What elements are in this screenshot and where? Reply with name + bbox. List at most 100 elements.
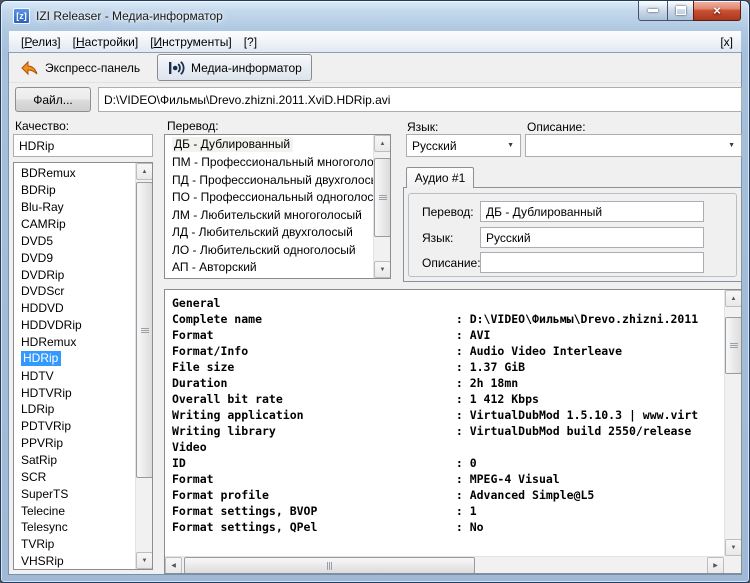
audio-translation-input[interactable] [480, 201, 704, 222]
mediainfo-line: Format settings, QPel : No [172, 520, 484, 534]
tab-audio-1[interactable]: Аудио #1 [406, 167, 474, 188]
description-combo[interactable]: ▼ [525, 134, 742, 157]
quality-list-item[interactable]: DVD9 [14, 249, 152, 266]
tab-media-informer[interactable]: Медиа-информатор [157, 54, 312, 81]
maximize-icon [675, 6, 686, 15]
close-button[interactable]: × [693, 1, 741, 21]
maximize-button[interactable] [667, 1, 694, 21]
scroll-right-icon[interactable]: ▶ [707, 557, 724, 573]
mediainfo-vscroll-thumb[interactable] [725, 317, 741, 374]
scroll-left-icon[interactable]: ◀ [165, 557, 182, 573]
close-icon: × [713, 3, 721, 18]
quality-list-item[interactable]: Blu-Ray [14, 199, 152, 216]
mediainfo-line: Format profile : Advanced Simple@L5 [172, 488, 595, 502]
scrollbar-corner [724, 556, 741, 573]
audio-panel: Перевод: Язык: Описание: [403, 187, 742, 282]
language-combo[interactable]: Русский ▼ [406, 134, 521, 157]
language-combo-value: Русский [412, 138, 457, 153]
translation-list-item-selected[interactable]: ДБ - Дублированный [165, 136, 390, 154]
thumb-grip [729, 343, 738, 348]
quality-list-item[interactable]: DVDRip [14, 266, 152, 283]
mediainfo-line: Format/Info : Audio Video Interleave [172, 344, 623, 358]
mediainfo-line: Overall bit rate : 1 412 Kbps [172, 392, 539, 406]
tab-express-panel[interactable]: Экспресс-панель [15, 55, 146, 80]
mediainfo-hscrollbar[interactable]: ◀ ▶ [165, 556, 724, 573]
quality-list-item[interactable]: DVD5 [14, 232, 152, 249]
mediainfo-output[interactable]: General Complete name : D:\VIDEO\Фильмы\… [164, 289, 742, 574]
quality-list-item[interactable]: HDTV [14, 367, 152, 384]
audio-language-input[interactable] [480, 227, 704, 248]
scroll-up-icon[interactable]: ▲ [725, 290, 741, 307]
menu-item-help[interactable]: [?] [238, 33, 263, 51]
mediainfo-hscroll-thumb[interactable] [184, 557, 475, 573]
audio-description-input[interactable] [480, 252, 704, 273]
app-window: [z] IZI Releaser - Медиа-информатор × [Р… [0, 0, 750, 583]
quality-list-item[interactable]: BDRemux [14, 165, 152, 182]
file-button[interactable]: Файл... [15, 87, 91, 112]
translation-list-item[interactable]: ПД - Профессиональный двухголосый [165, 171, 390, 189]
chevron-down-icon: ▼ [507, 142, 514, 149]
scroll-up-icon[interactable]: ▲ [374, 135, 390, 152]
quality-list-item[interactable]: VHSRip [14, 553, 152, 569]
translation-list-item[interactable]: АП - Авторский [165, 259, 390, 277]
audio-description-label: Описание: [422, 255, 481, 270]
audio-language-label: Язык: [422, 230, 454, 245]
mediainfo-vscrollbar[interactable]: ▲ ▼ [724, 290, 741, 556]
quality-list-item[interactable]: Telecine [14, 502, 152, 519]
scroll-down-icon[interactable]: ▼ [136, 552, 152, 569]
minimize-button[interactable] [638, 1, 668, 21]
quality-filter-input[interactable] [13, 134, 153, 157]
mediainfo-line: ID : 0 [172, 456, 477, 470]
quality-list-item[interactable]: PPVRip [14, 435, 152, 452]
quality-list-item[interactable]: DVDScr [14, 283, 152, 300]
menu-close-x[interactable]: [x] [720, 35, 741, 49]
scroll-down-icon[interactable]: ▼ [374, 261, 390, 278]
translation-scrollbar[interactable]: ▲ ▼ [373, 135, 390, 278]
menu-item-settings[interactable]: [Настройки] [67, 33, 145, 51]
quality-list-item[interactable]: SuperTS [14, 485, 152, 502]
thumb-grip [378, 195, 387, 200]
mediainfo-line: General [172, 296, 221, 310]
quality-list-item[interactable]: Telesync [14, 519, 152, 536]
scroll-up-icon[interactable]: ▲ [136, 163, 152, 180]
translation-list-item[interactable]: ЛД - Любительский двухголосый [165, 224, 390, 242]
toolbar-separator [9, 82, 741, 83]
translation-list-item[interactable]: ПО - Профессиональный одноголосый [165, 189, 390, 207]
caption-buttons: × [638, 1, 741, 21]
quality-list-item[interactable]: SatRip [14, 452, 152, 469]
chevron-down-icon: ▼ [728, 142, 735, 149]
menu-item-tools[interactable]: [Инструменты] [144, 33, 238, 51]
translation-list-item[interactable]: ЛО - Любительский одноголосый [165, 241, 390, 259]
window-title: IZI Releaser - Медиа-информатор [36, 9, 223, 23]
quality-list-item[interactable]: HDDVDRip [14, 317, 152, 334]
translation-label: Перевод: [167, 119, 219, 133]
thumb-grip [327, 561, 332, 570]
mediainfo-line: File size : 1.37 GiB [172, 360, 526, 374]
quality-scrollbar[interactable]: ▲ ▼ [135, 163, 152, 569]
audio-translation-label: Перевод: [422, 204, 474, 219]
quality-list-item[interactable]: CAMRip [14, 216, 152, 233]
quality-list-item[interactable]: LDRip [14, 401, 152, 418]
quality-list-item[interactable]: SCR [14, 468, 152, 485]
quality-label: Качество: [15, 119, 70, 133]
quality-list-item[interactable]: HDTVRip [14, 384, 152, 401]
mediainfo-text: General Complete name : D:\VIDEO\Фильмы\… [165, 290, 724, 556]
quality-list-item[interactable]: HDRemux [14, 334, 152, 351]
quality-list-item[interactable]: TVRip [14, 536, 152, 553]
quality-list-item[interactable]: BDRip [14, 182, 152, 199]
minimize-icon [648, 9, 658, 12]
language-label: Язык: [407, 120, 439, 134]
quality-list-item-selected[interactable]: HDRip [14, 350, 152, 367]
mediainfo-line: Format : AVI [172, 328, 491, 342]
quality-scroll-thumb[interactable] [136, 182, 152, 478]
scroll-down-icon[interactable]: ▼ [725, 539, 741, 556]
translation-scroll-thumb[interactable] [374, 158, 390, 237]
translation-list-item[interactable]: ЛМ - Любительский многоголосый [165, 206, 390, 224]
title-bar[interactable]: [z] IZI Releaser - Медиа-информатор × [1, 1, 749, 31]
quality-list-item[interactable]: PDTVRip [14, 418, 152, 435]
quality-list-item[interactable]: HDDVD [14, 300, 152, 317]
translation-list-item[interactable]: ПМ - Профессиональный многоголосый [165, 154, 390, 172]
menu-item-release[interactable]: [Релиз] [15, 33, 67, 51]
file-path-input[interactable] [98, 87, 742, 112]
tab-media-informer-label: Медиа-информатор [191, 60, 302, 75]
